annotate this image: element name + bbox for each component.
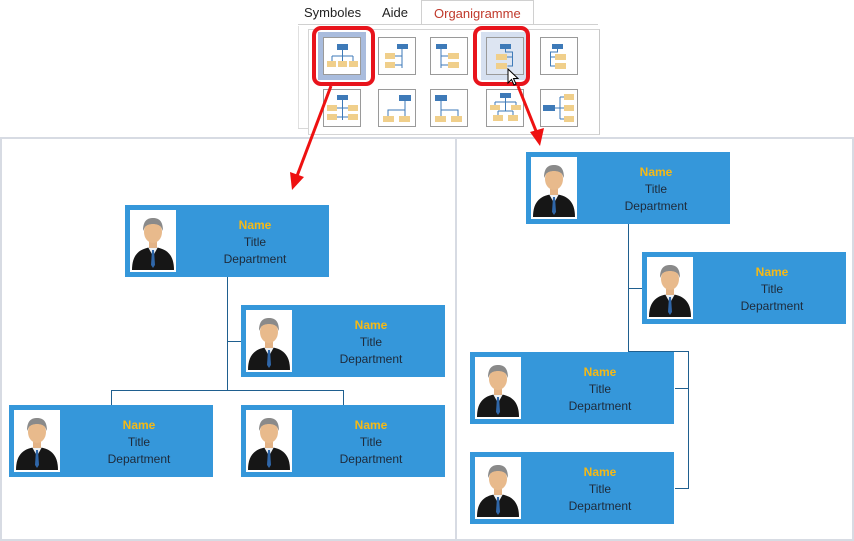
annotation-arrows	[290, 85, 544, 190]
arrow-to-right-canvas-icon	[516, 85, 544, 146]
arrow-to-left-canvas-icon	[290, 85, 333, 190]
mouse-cursor-icon	[507, 68, 520, 86]
